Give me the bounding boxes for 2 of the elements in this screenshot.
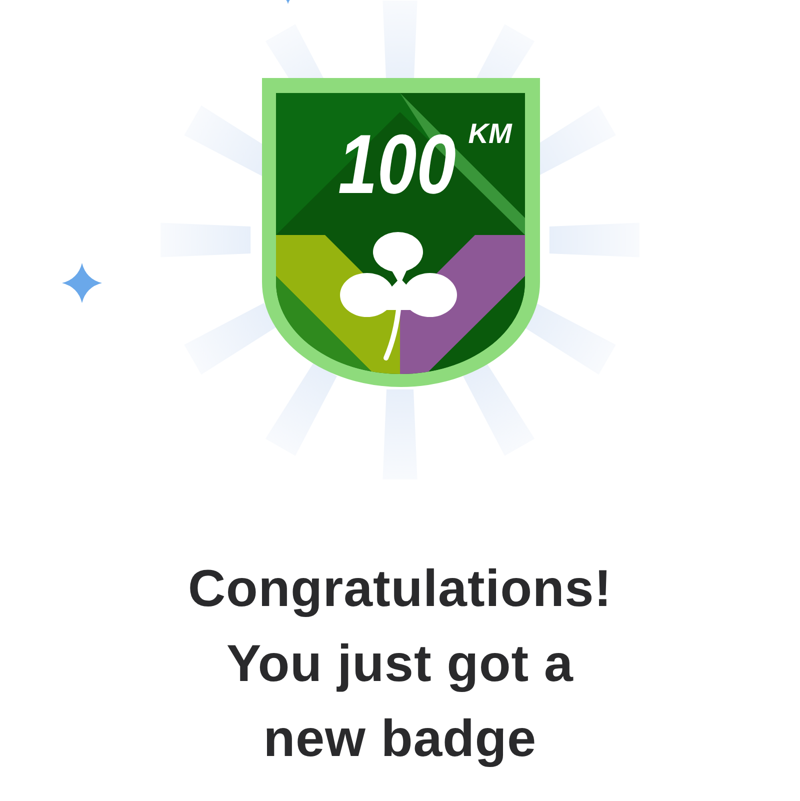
- sparkle-icon: [62, 263, 102, 303]
- congratulations-message: Congratulations! You just got a new badge: [188, 559, 612, 770]
